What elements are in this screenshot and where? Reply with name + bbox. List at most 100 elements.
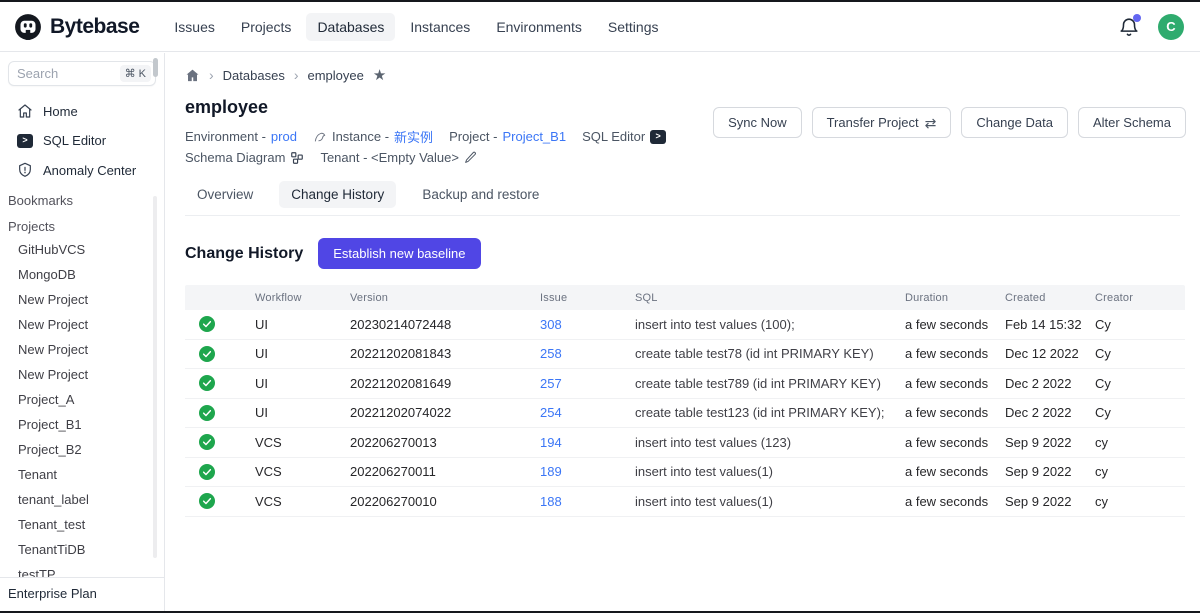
sidebar-scrollbar-thumb[interactable] xyxy=(153,58,158,77)
tenant-label: Tenant - <Empty Value> xyxy=(320,150,459,165)
search-input[interactable] xyxy=(17,66,99,81)
instance-label: Instance - xyxy=(332,129,389,144)
user-avatar[interactable]: C xyxy=(1158,14,1184,40)
environment-link[interactable]: prod xyxy=(271,129,297,144)
issue-link[interactable]: 189 xyxy=(540,464,635,479)
nav-issues[interactable]: Issues xyxy=(163,13,225,41)
col-duration: Duration xyxy=(905,292,1005,304)
tab-backup-and-restore[interactable]: Backup and restore xyxy=(410,181,551,208)
nav-environments[interactable]: Environments xyxy=(485,13,593,41)
cell-sql: create table test789 (id int PRIMARY KEY… xyxy=(635,376,905,391)
cell-creator: cy xyxy=(1095,464,1185,479)
breadcrumb-employee[interactable]: employee xyxy=(308,68,364,83)
table-row[interactable]: UI 20221202081843 258 create table test7… xyxy=(185,340,1185,370)
notifications-bell-icon[interactable] xyxy=(1118,16,1140,38)
terminal-icon: > xyxy=(17,134,33,148)
tab-overview[interactable]: Overview xyxy=(185,181,265,208)
breadcrumb-databases[interactable]: Databases xyxy=(223,68,285,83)
schema-diagram-shortcut[interactable]: Schema Diagram xyxy=(185,150,304,165)
cell-sql: create table test123 (id int PRIMARY KEY… xyxy=(635,405,905,420)
nav-instances[interactable]: Instances xyxy=(399,13,481,41)
table-row[interactable]: VCS 202206270010 188 insert into test va… xyxy=(185,487,1185,517)
nav-databases[interactable]: Databases xyxy=(306,13,395,41)
sidebar-project-project-a[interactable]: Project_A xyxy=(0,387,164,412)
breadcrumb-separator: › xyxy=(294,67,299,83)
sidebar-project-mongodb[interactable]: MongoDB xyxy=(0,262,164,287)
sidebar-project-new-project-1[interactable]: New Project xyxy=(0,287,164,312)
sync-now-button[interactable]: Sync Now xyxy=(713,107,802,138)
cell-version: 20221202081843 xyxy=(350,346,540,361)
sidebar-item-label: Home xyxy=(43,104,78,119)
sidebar-project-new-project-4[interactable]: New Project xyxy=(0,362,164,387)
section-title: Change History xyxy=(185,245,303,263)
cell-version: 20221202074022 xyxy=(350,405,540,420)
bytebase-logo[interactable]: Bytebase xyxy=(0,12,139,42)
tab-change-history[interactable]: Change History xyxy=(279,181,396,208)
sidebar-project-tenant[interactable]: Tenant xyxy=(0,462,164,487)
breadcrumb-home-icon[interactable] xyxy=(185,68,200,83)
search-box[interactable]: ⌘ K xyxy=(8,61,156,86)
col-workflow: Workflow xyxy=(255,292,350,304)
sql-editor-shortcut[interactable]: SQL Editor > xyxy=(582,129,666,144)
transfer-project-button[interactable]: Transfer Project ⇄ xyxy=(812,107,952,138)
table-row[interactable]: UI 20221202074022 254 create table test1… xyxy=(185,399,1185,429)
sidebar-item-sql-editor[interactable]: > SQL Editor xyxy=(0,126,164,155)
table-row[interactable]: VCS 202206270013 194 insert into test va… xyxy=(185,428,1185,458)
nav-settings[interactable]: Settings xyxy=(597,13,670,41)
topbar-right: C xyxy=(1118,14,1200,40)
sidebar-project-githubvcs[interactable]: GitHubVCS xyxy=(0,237,164,262)
sidebar-item-home[interactable]: Home xyxy=(0,96,164,126)
alter-schema-button[interactable]: Alter Schema xyxy=(1078,107,1186,138)
instance-meta: Instance - 新实例 xyxy=(313,127,433,146)
cell-duration: a few seconds xyxy=(905,405,1005,420)
cell-version: 202206270010 xyxy=(350,494,540,509)
sidebar-project-project-b2[interactable]: Project_B2 xyxy=(0,437,164,462)
sidebar-project-new-project-3[interactable]: New Project xyxy=(0,337,164,362)
success-check-icon xyxy=(199,493,215,509)
sidebar-project-tenanttidb[interactable]: TenantTiDB xyxy=(0,537,164,562)
cell-version: 20230214072448 xyxy=(350,317,540,332)
success-check-icon xyxy=(199,316,215,332)
brand-name: Bytebase xyxy=(50,15,139,39)
issue-link[interactable]: 258 xyxy=(540,346,635,361)
main-content: › Databases › employee ★ employee Sync N… xyxy=(165,53,1200,611)
cell-sql: insert into test values (100); xyxy=(635,317,905,332)
tab-divider xyxy=(185,215,1180,216)
cell-workflow: VCS xyxy=(255,494,350,509)
table-row[interactable]: VCS 202206270011 189 insert into test va… xyxy=(185,458,1185,488)
issue-link[interactable]: 188 xyxy=(540,494,635,509)
sidebar-project-project-b1[interactable]: Project_B1 xyxy=(0,412,164,437)
edit-pencil-icon[interactable] xyxy=(464,151,477,164)
sidebar-section-projects: Projects xyxy=(0,211,164,237)
issue-link[interactable]: 308 xyxy=(540,317,635,332)
instance-link[interactable]: 新实例 xyxy=(394,127,433,146)
change-data-button[interactable]: Change Data xyxy=(961,107,1068,138)
cell-created: Sep 9 2022 xyxy=(1005,435,1095,450)
sidebar-project-tenant-label[interactable]: tenant_label xyxy=(0,487,164,512)
header-actions: Sync Now Transfer Project ⇄ Change Data … xyxy=(713,107,1186,138)
database-tabs: Overview Change History Backup and resto… xyxy=(185,181,1200,208)
top-navigation-bar: Bytebase Issues Projects Databases Insta… xyxy=(0,2,1200,52)
sidebar-project-tenant-test[interactable]: Tenant_test xyxy=(0,512,164,537)
table-row[interactable]: UI 20221202081649 257 create table test7… xyxy=(185,369,1185,399)
issue-link[interactable]: 194 xyxy=(540,435,635,450)
plan-badge: Enterprise Plan xyxy=(0,577,164,611)
table-row[interactable]: UI 20230214072448 308 insert into test v… xyxy=(185,310,1185,340)
success-check-icon xyxy=(199,434,215,450)
sidebar-project-new-project-2[interactable]: New Project xyxy=(0,312,164,337)
breadcrumb: › Databases › employee ★ xyxy=(165,53,1200,83)
change-history-table: Workflow Version Issue SQL Duration Crea… xyxy=(185,285,1185,517)
tenant-meta: Tenant - <Empty Value> xyxy=(320,150,477,165)
sidebar-item-anomaly-center[interactable]: Anomaly Center xyxy=(0,155,164,185)
col-created: Created xyxy=(1005,292,1095,304)
success-check-icon xyxy=(199,464,215,480)
cell-workflow: UI xyxy=(255,376,350,391)
favorite-star-icon[interactable]: ★ xyxy=(373,68,386,83)
issue-link[interactable]: 257 xyxy=(540,376,635,391)
project-list-scrollbar[interactable] xyxy=(153,196,157,558)
cell-workflow: VCS xyxy=(255,464,350,479)
nav-projects[interactable]: Projects xyxy=(230,13,303,41)
project-link[interactable]: Project_B1 xyxy=(502,129,566,144)
issue-link[interactable]: 254 xyxy=(540,405,635,420)
establish-baseline-button[interactable]: Establish new baseline xyxy=(318,238,480,269)
